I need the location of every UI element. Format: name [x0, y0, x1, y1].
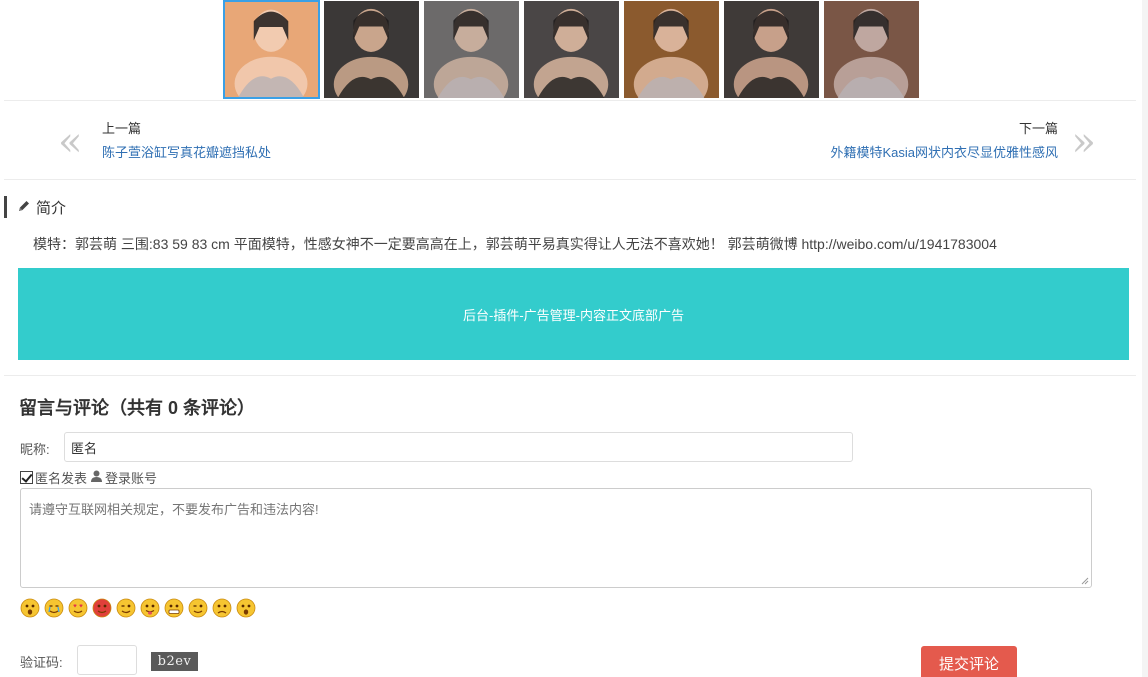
- prev-label: 上一篇: [102, 121, 142, 136]
- intro-text: 模特：郭芸萌 三围:83 59 83 cm 平面模特，性感女神不一定要高高在上，…: [33, 236, 997, 252]
- scrollbar-track[interactable]: [1142, 0, 1148, 677]
- emoji-bar: [20, 598, 256, 621]
- intro-title: 简介: [36, 199, 67, 217]
- next-label: 下一篇: [1018, 121, 1058, 136]
- intro-accent-bar: [4, 196, 7, 218]
- divider: [4, 375, 1136, 376]
- prev-next-nav: « 上一篇 陈子萱浴缸写真花瓣遮挡私处 下一篇 外籍模特Kasia网状内衣尽显优…: [4, 100, 1136, 180]
- divider: [4, 179, 1136, 180]
- emoji-surprised-icon[interactable]: [20, 598, 40, 621]
- emoji-angry-icon[interactable]: [92, 598, 112, 621]
- ad-banner[interactable]: 后台-插件-广告管理-内容正文底部广告: [18, 268, 1129, 360]
- next-article-link[interactable]: 外籍模特Kasia网状内衣尽显优雅性感风: [830, 142, 1058, 161]
- emoji-grin-icon[interactable]: [164, 598, 184, 621]
- gallery-thumbnail[interactable]: [323, 0, 420, 99]
- gallery-thumbnail[interactable]: [723, 0, 820, 99]
- next-arrow-icon[interactable]: »: [1072, 122, 1096, 162]
- prev-article-link[interactable]: 陈子萱浴缸写真花瓣遮挡私处: [102, 142, 271, 161]
- emoji-tongue-icon[interactable]: [140, 598, 160, 621]
- submit-comment-button[interactable]: 提交评论: [921, 646, 1017, 677]
- nickname-field[interactable]: [64, 432, 853, 462]
- captcha-label: 验证码:: [20, 655, 63, 670]
- gallery-thumbnail[interactable]: [623, 0, 720, 99]
- gallery-thumbnail[interactable]: [223, 0, 320, 99]
- pencil-icon: [17, 199, 31, 216]
- nickname-label: 昵称:: [20, 442, 50, 457]
- emoji-smirk-icon[interactable]: [116, 598, 136, 621]
- captcha-image[interactable]: b2ev: [151, 652, 198, 671]
- emoji-crying-icon[interactable]: [44, 598, 64, 621]
- user-icon: [91, 470, 103, 485]
- anonymous-checkbox[interactable]: [20, 471, 33, 484]
- comment-textarea[interactable]: [20, 488, 1092, 588]
- gallery-thumbnail[interactable]: [823, 0, 920, 99]
- resize-grip-icon[interactable]: [1080, 576, 1089, 585]
- gallery-thumbnail[interactable]: [423, 0, 520, 99]
- emoji-wink-icon[interactable]: [188, 598, 208, 621]
- emoji-love-eyes-icon[interactable]: [68, 598, 88, 621]
- login-link[interactable]: 登录账号: [105, 468, 157, 487]
- thumbnail-strip: [223, 0, 920, 100]
- anonymous-label: 匿名发表: [35, 471, 88, 486]
- ad-banner-text: 后台-插件-广告管理-内容正文底部广告: [463, 307, 684, 323]
- page: « 上一篇 陈子萱浴缸写真花瓣遮挡私处 下一篇 外籍模特Kasia网状内衣尽显优…: [0, 0, 1142, 677]
- prev-arrow-icon[interactable]: «: [58, 122, 82, 162]
- gallery-thumbnail[interactable]: [523, 0, 620, 99]
- comments-title: 留言与评论（共有 0 条评论）: [19, 398, 256, 418]
- captcha-field[interactable]: [77, 645, 137, 675]
- emoji-yawn-icon[interactable]: [236, 598, 256, 621]
- emoji-sad-icon[interactable]: [212, 598, 232, 621]
- intro-header: 简介: [4, 196, 66, 218]
- anonymous-row: 匿名发表 登录账号: [20, 468, 157, 487]
